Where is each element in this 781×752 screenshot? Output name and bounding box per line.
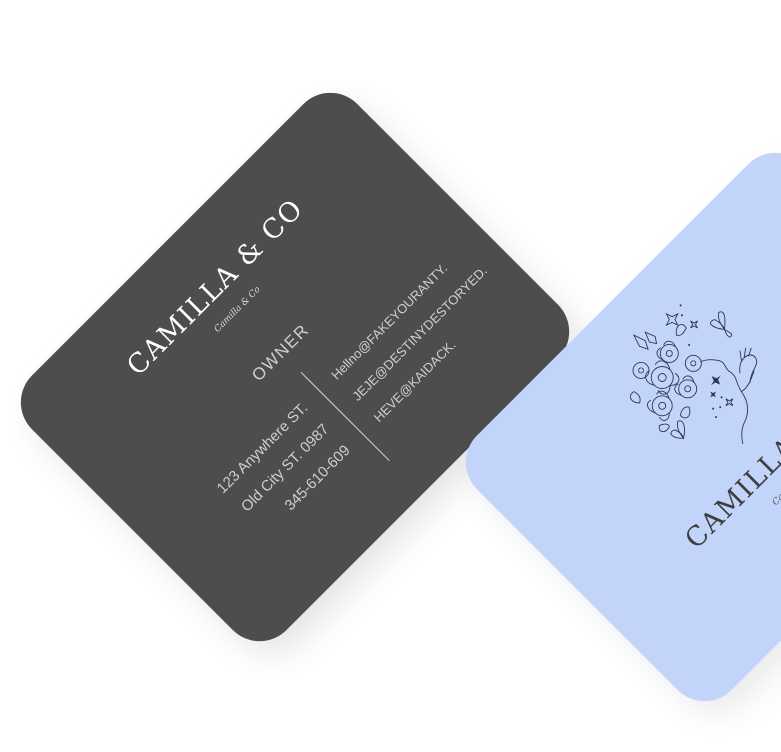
business-card-back: CAMILLA & CO Camilla & Co OWNER 123 Anyw… (5, 77, 585, 657)
card-email-block: Hellno@FAKEYOURANTY. JEJE@DESTINYDESTORY… (323, 215, 539, 431)
mockup-scene: CAMILLA & CO Camilla & Co OWNER 123 Anyw… (0, 0, 781, 752)
woman-with-flowers-and-butterflies-icon (629, 304, 758, 445)
card-address-block: 123 Anywhere ST. Old City ST. 0987 345-6… (161, 395, 359, 593)
business-card-front: CAMILLA & CO Camilla & Co (450, 137, 781, 717)
